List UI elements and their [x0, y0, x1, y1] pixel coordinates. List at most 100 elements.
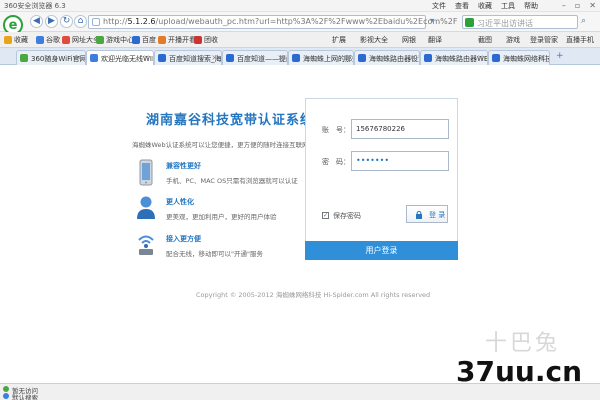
login-panel: 账 号： 15676780226 密 码： ••••••• ✓ 保存密码 登 录…: [305, 98, 458, 260]
system-description: 海蜘蛛Web认证系统可以让您便捷，更方便的随时连接互联网。: [132, 141, 316, 149]
menu-tools[interactable]: 工具: [501, 1, 515, 11]
browser-title-bar: 360安全浏览器 6.3 文件 查看 收藏 工具 帮助 – ▫ ✕: [0, 0, 600, 12]
tab-spider-tech[interactable]: 海蜘蛛网络科技有×: [488, 50, 550, 65]
fav-item-google[interactable]: 谷歌: [36, 35, 60, 45]
search-engine-icon[interactable]: [465, 18, 474, 27]
tab-spider-router[interactable]: 海蜘蛛路由器设置 ×: [354, 50, 420, 65]
close-icon[interactable]: ✕: [589, 1, 596, 10]
feature-title-compat: 兼容性更好: [166, 162, 201, 170]
tab-favicon-icon: [90, 54, 98, 62]
search-input[interactable]: 习近平出访讲话: [462, 15, 578, 29]
maximize-icon[interactable]: ▫: [575, 1, 580, 10]
tab-bar: 360随身WiFi官网× 欢迎光临无线WIFI× 百度知道搜索_海...× 百度…: [0, 48, 600, 65]
menu-file[interactable]: 文件: [432, 1, 446, 11]
browser-menu: 文件 查看 收藏 工具 帮助: [432, 1, 538, 11]
fav-item-games[interactable]: 游戏中心: [96, 35, 134, 45]
url-text: http://5.1.2.6/upload/webauth_pc.htm?url…: [103, 17, 458, 26]
tab-close-icon[interactable]: ×: [211, 53, 218, 62]
tab-favicon-icon: [492, 54, 500, 62]
remember-password-checkbox[interactable]: ✓: [322, 212, 329, 219]
new-tab-icon[interactable]: +: [556, 51, 564, 61]
fav-right-live[interactable]: 直播手机: [566, 35, 594, 45]
window-controls: – ▫ ✕: [562, 1, 596, 10]
tab-close-icon[interactable]: ×: [409, 53, 416, 62]
page-icon: [92, 18, 100, 26]
tab-baidu-search[interactable]: 百度知道搜索_海...×: [154, 50, 222, 65]
remember-password-label: 保存密码: [333, 212, 361, 220]
menu-favorites[interactable]: 收藏: [478, 1, 492, 11]
tab-baidu-ask[interactable]: 百度知道——提问 ×: [222, 50, 288, 65]
fav-right-games[interactable]: 游戏: [506, 35, 520, 45]
fav-item-tuan[interactable]: 团收: [194, 35, 218, 45]
mobile-phone-icon: [139, 159, 153, 186]
address-toolbar: e ◀ ▶ ↻ ⌂ http://5.1.2.6/upload/webauth_…: [0, 12, 600, 35]
fav-right-translate[interactable]: 翻译: [428, 35, 442, 45]
window-title: 360安全浏览器 6.3: [4, 2, 66, 10]
tab-close-icon[interactable]: ×: [75, 53, 82, 62]
lock-icon: [416, 210, 422, 219]
play-icon: [158, 36, 166, 44]
sites-icon: [62, 36, 70, 44]
tab-favicon-icon: [226, 54, 234, 62]
search-icon[interactable]: ⌕: [581, 16, 595, 28]
url-input[interactable]: http://5.1.2.6/upload/webauth_pc.htm?url…: [88, 15, 457, 29]
minimize-icon[interactable]: –: [562, 1, 566, 10]
tab-favicon-icon: [358, 54, 366, 62]
account-input[interactable]: 15676780226: [351, 119, 449, 139]
tab-close-icon[interactable]: ×: [477, 53, 484, 62]
favorites-bar: 收藏 谷歌 网址大全 游戏中心 百度 开播开看 团收 扩展 影视大全 网银 翻译…: [0, 32, 600, 48]
fav-item-baidu[interactable]: 百度: [132, 35, 156, 45]
fav-right-login[interactable]: 登录管家: [530, 35, 558, 45]
watermark-cn: 十巴兔: [485, 331, 561, 356]
menu-view[interactable]: 查看: [455, 1, 469, 11]
tab-favicon-icon: [20, 54, 28, 62]
tab-360wifi[interactable]: 360随身WiFi官网 ×: [16, 50, 86, 65]
tab-close-icon[interactable]: ×: [539, 53, 546, 62]
tab-spider-net[interactable]: 海蜘蛛上网的那些事×: [288, 50, 354, 65]
password-label: 密 码：: [322, 158, 350, 166]
fav-item-kaibo[interactable]: 开播开看: [158, 35, 196, 45]
search-placeholder: 习近平出访讲话: [477, 19, 533, 28]
status-indicator-icon: [3, 386, 9, 392]
refresh-button[interactable]: ↻: [60, 15, 73, 28]
status-bar: 暂无访问 默认搜索: [0, 383, 600, 400]
fav-item-favorites[interactable]: 收藏: [4, 35, 28, 45]
tab-close-icon[interactable]: ×: [143, 53, 150, 62]
fav-right-bank[interactable]: 网银: [402, 35, 416, 45]
wireless-signal-icon: [138, 235, 154, 255]
feature-desc-human: 更美观，更加利用户，更好的用户体验: [166, 213, 277, 221]
tab-spider-router-web[interactable]: 海蜘蛛路由器WE...×: [420, 50, 488, 65]
tuan-icon: [194, 36, 202, 44]
password-input[interactable]: •••••••: [351, 151, 449, 171]
fav-right-extend[interactable]: 扩展: [332, 35, 346, 45]
account-label: 账 号：: [322, 126, 350, 134]
back-button[interactable]: ◀: [30, 15, 43, 28]
svg-text:e: e: [9, 18, 18, 33]
system-title: 湖南嘉谷科技宽带认证系统: [146, 113, 315, 128]
tab-favicon-icon: [424, 54, 432, 62]
google-icon: [36, 36, 44, 44]
tab-favicon-icon: [292, 54, 300, 62]
fav-item-sites[interactable]: 网址大全: [62, 35, 100, 45]
status-text-search: 默认搜索: [12, 394, 38, 400]
home-button[interactable]: ⌂: [74, 15, 87, 28]
tab-close-icon[interactable]: ×: [277, 53, 284, 62]
user-icon: [137, 196, 155, 219]
login-button[interactable]: 登 录: [406, 205, 448, 223]
feature-title-human: 更人性化: [166, 198, 194, 206]
fav-right-video[interactable]: 影视大全: [360, 35, 388, 45]
url-dropdown-icon[interactable]: ▾: [430, 16, 440, 27]
forward-button[interactable]: ▶: [45, 15, 58, 28]
games-icon: [96, 36, 104, 44]
tab-close-icon[interactable]: ×: [343, 53, 350, 62]
menu-help[interactable]: 帮助: [524, 1, 538, 11]
star-icon: [4, 36, 12, 44]
fav-right-screenshot[interactable]: 截图: [478, 35, 492, 45]
feature-title-access: 接入更方便: [166, 235, 201, 243]
tab-favicon-icon: [158, 54, 166, 62]
baidu-icon: [132, 36, 140, 44]
copyright-text: Copyright © 2005-2012 海蜘蛛网络科技 Hi-Spider.…: [196, 291, 431, 299]
feature-desc-access: 配合无线，移动即可以"开通"服务: [166, 250, 263, 258]
tab-welcome-wifi[interactable]: 欢迎光临无线WIFI ×: [86, 50, 154, 65]
user-login-bar[interactable]: 用户登录: [305, 241, 458, 260]
